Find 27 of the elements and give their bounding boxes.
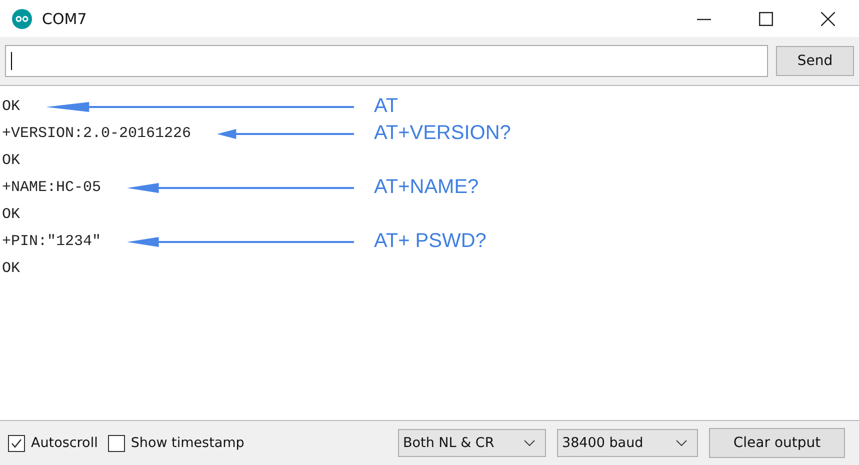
checkbox-label[interactable]: Autoscroll <box>31 435 98 451</box>
window-title: COM7 <box>42 10 87 28</box>
annotation-label: AT+ PSWD? <box>374 230 488 253</box>
dropdown[interactable]: 38400 baud <box>557 429 698 457</box>
annotation-label: AT <box>374 95 400 118</box>
output-line: OK <box>2 152 20 169</box>
output-line: OK <box>2 98 20 115</box>
send-button[interactable]: Send <box>776 46 854 76</box>
output-line: +VERSION:2.0-20161226 <box>2 125 192 142</box>
check-icon <box>10 436 23 450</box>
output-line: +NAME:HC-05 <box>2 179 102 196</box>
annotation-label: AT+NAME? <box>374 176 480 199</box>
annotation-label: AT+VERSION? <box>374 122 512 145</box>
checkbox-label[interactable]: Show timestamp <box>130 435 244 451</box>
dropdown[interactable]: Both NL & CR <box>398 429 546 457</box>
output-line: OK <box>2 260 20 277</box>
checkbox[interactable] <box>108 434 125 452</box>
maximize-icon[interactable] <box>759 12 773 26</box>
output-line: OK <box>2 206 20 223</box>
clear-output-button[interactable]: Clear output <box>709 428 845 458</box>
output-line: +PIN:"1234" <box>2 233 102 250</box>
chevron-icon <box>524 440 535 446</box>
chevron-icon <box>676 440 687 446</box>
input-field[interactable] <box>5 45 768 77</box>
checkbox[interactable] <box>8 434 25 452</box>
close-icon[interactable] <box>821 12 835 26</box>
app-logo-icon <box>12 8 32 28</box>
